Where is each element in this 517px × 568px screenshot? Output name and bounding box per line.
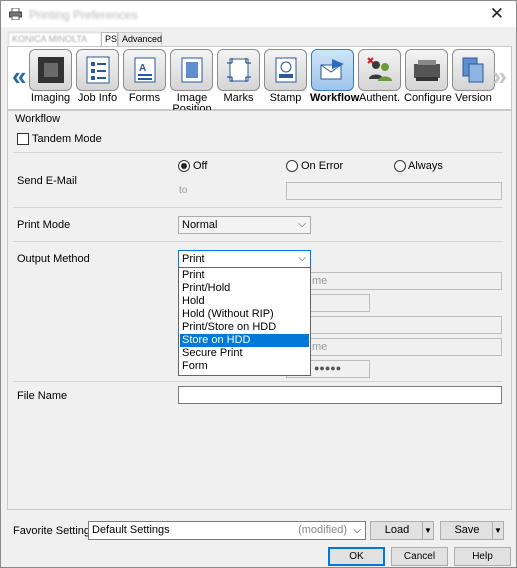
- chevron-down-icon: ⌵: [298, 219, 306, 230]
- save-label: Save: [454, 524, 480, 536]
- output-option-print-hold[interactable]: Print/Hold: [180, 282, 309, 295]
- function-image-position[interactable]: Image Position: [169, 49, 214, 115]
- favorite-modified-text: (modified): [298, 524, 347, 536]
- divider: [13, 241, 503, 242]
- send-email-on-error-label: On Error: [301, 160, 344, 172]
- send-email-always-label: Always: [408, 160, 443, 172]
- user-name-field[interactable]: me: [286, 272, 502, 290]
- save-button[interactable]: Save ▼: [440, 521, 504, 540]
- output-method-dropdown-list: Print Print/Hold Hold Hold (Without RIP)…: [178, 267, 311, 376]
- help-button[interactable]: Help: [454, 547, 511, 566]
- ok-button[interactable]: OK: [328, 547, 385, 566]
- output-option-hold-without-rip[interactable]: Hold (Without RIP): [180, 308, 309, 321]
- output-method-value: Print: [182, 253, 205, 265]
- marks-icon: [226, 58, 251, 82]
- output-option-hold[interactable]: Hold: [180, 295, 309, 308]
- chevron-down-icon: ⌵: [353, 525, 361, 536]
- function-authentication[interactable]: Authent.: [357, 49, 402, 104]
- function-label: Workflow: [310, 92, 360, 104]
- send-email-label: Send E-Mail: [17, 175, 77, 187]
- tandem-mode-checkbox[interactable]: [17, 133, 29, 145]
- svg-text:A: A: [139, 63, 146, 74]
- user-name-placeholder: me: [312, 275, 328, 287]
- function-label: Forms: [128, 92, 161, 104]
- box-name-field[interactable]: me: [286, 338, 502, 356]
- output-option-print-store-hdd[interactable]: Print/Store on HDD: [180, 321, 309, 334]
- printer-icon: [9, 8, 22, 20]
- function-version[interactable]: Version: [451, 49, 496, 104]
- load-label: Load: [384, 524, 410, 536]
- function-label: Version: [455, 92, 492, 104]
- divider: [13, 381, 503, 382]
- function-job-info[interactable]: Job Info: [75, 49, 120, 104]
- output-method-select[interactable]: Print ⌵: [178, 250, 311, 268]
- function-forms[interactable]: A Forms: [122, 49, 167, 104]
- send-email-always-radio[interactable]: [394, 160, 406, 172]
- print-mode-select[interactable]: Normal ⌵: [178, 216, 311, 234]
- output-method-label: Output Method: [17, 253, 90, 265]
- file-name-field[interactable]: [178, 386, 502, 404]
- folder-name-field[interactable]: [286, 316, 502, 334]
- function-stamp[interactable]: Stamp: [263, 49, 308, 104]
- function-icon-bar: « Imaging Job Info A Forms Image Positio…: [7, 46, 512, 115]
- tab-advanced[interactable]: Advanced: [118, 32, 162, 46]
- function-label: Authent.: [359, 92, 400, 104]
- send-email-on-error-radio[interactable]: [286, 160, 298, 172]
- divider: [13, 207, 503, 208]
- file-name-label: File Name: [17, 390, 68, 402]
- email-address-field[interactable]: [286, 182, 502, 200]
- title-bar: Printing Preferences ✕: [1, 1, 516, 27]
- function-imaging[interactable]: Imaging: [28, 49, 73, 104]
- function-workflow[interactable]: Workflow: [310, 49, 360, 104]
- group-title: Workflow: [15, 113, 61, 125]
- cancel-button[interactable]: Cancel: [391, 547, 448, 566]
- function-label: Marks: [223, 92, 254, 104]
- tandem-mode-label: Tandem Mode: [32, 133, 102, 145]
- printing-preferences-window: Printing Preferences ✕ KONICA MINOLTA 21…: [0, 0, 517, 568]
- output-option-form[interactable]: Form: [180, 360, 309, 373]
- function-label: Job Info: [77, 92, 118, 104]
- function-label: Imaging: [30, 92, 71, 104]
- favorite-setting-select[interactable]: Default Settings (modified) ⌵: [88, 521, 366, 540]
- favorite-setting-label: Favorite Setting: [13, 525, 91, 537]
- chevron-down-icon: ⌵: [298, 253, 306, 264]
- box-name-placeholder: me: [312, 341, 328, 353]
- password-mask: ●●●●●: [314, 363, 342, 373]
- function-configure[interactable]: Configure: [404, 49, 452, 104]
- send-email-off-label: Off: [193, 160, 208, 172]
- image-position-icon: [181, 57, 202, 83]
- stamp-icon: [275, 57, 296, 83]
- close-button[interactable]: ✕: [490, 4, 504, 24]
- function-label: Stamp: [269, 92, 302, 104]
- load-button[interactable]: Load ▼: [370, 521, 434, 540]
- email-to-label: to: [179, 185, 188, 196]
- authentication-icon: [366, 57, 392, 81]
- forms-icon: A: [134, 57, 155, 83]
- output-option-secure-print[interactable]: Secure Print: [180, 347, 309, 360]
- tab-model[interactable]: KONICA MINOLTA 2100 PS: [8, 32, 102, 57]
- divider: [13, 152, 503, 153]
- window-title: Printing Preferences: [29, 8, 138, 22]
- output-option-store-hdd[interactable]: Store on HDD: [180, 334, 309, 347]
- tab-ps[interactable]: PS: [101, 32, 118, 46]
- version-icon: [462, 57, 483, 83]
- print-mode-value: Normal: [182, 219, 218, 231]
- imaging-icon: [37, 57, 64, 83]
- function-marks[interactable]: Marks: [216, 49, 261, 104]
- output-option-print[interactable]: Print: [180, 269, 309, 282]
- function-label: Configure: [404, 92, 452, 104]
- job-info-icon: [86, 56, 109, 84]
- caret-down-icon[interactable]: ▼: [422, 522, 433, 539]
- print-mode-label: Print Mode: [17, 219, 71, 231]
- workflow-icon: [320, 59, 344, 80]
- favorite-setting-value: Default Settings: [92, 524, 170, 536]
- scroll-left-icon[interactable]: «: [12, 61, 26, 92]
- caret-down-icon[interactable]: ▼: [492, 522, 503, 539]
- scroll-right-icon[interactable]: »: [493, 61, 507, 92]
- configure-icon: [413, 60, 440, 81]
- send-email-off-radio[interactable]: [178, 160, 190, 172]
